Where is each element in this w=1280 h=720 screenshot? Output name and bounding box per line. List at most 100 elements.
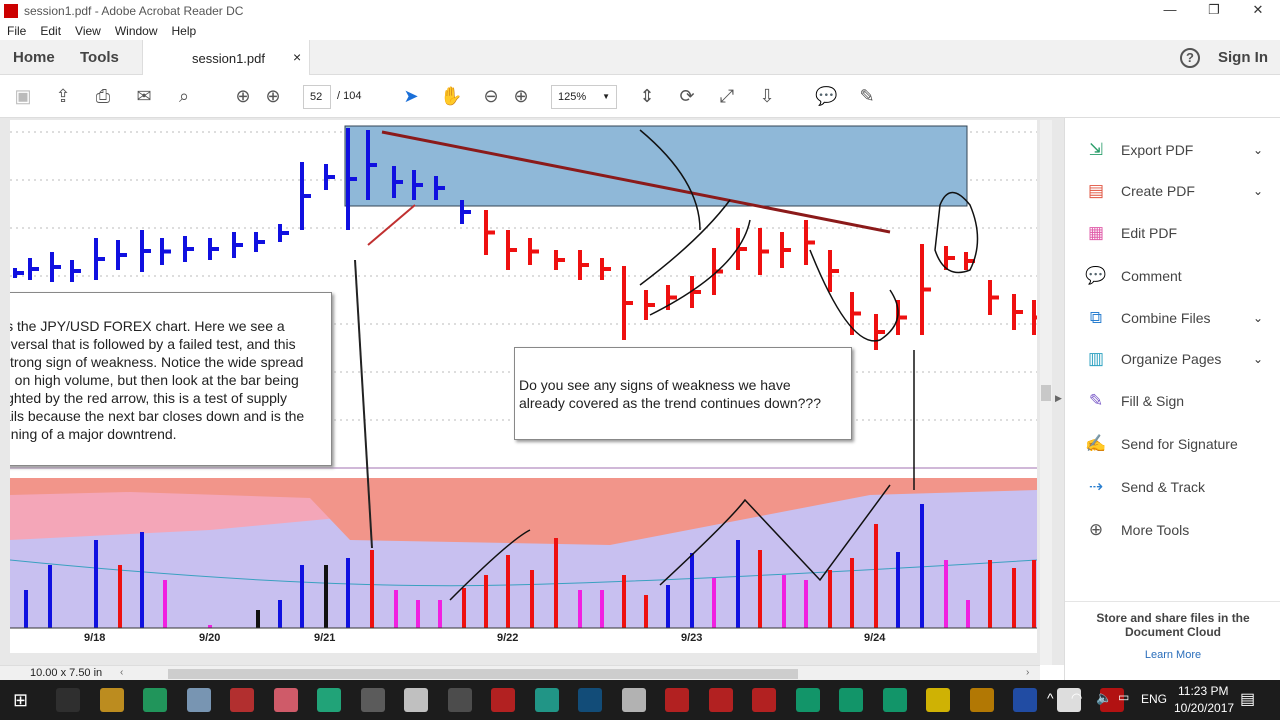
tab-tools[interactable]: Tools	[80, 49, 119, 66]
date-label: 9/24	[864, 632, 886, 644]
maximize-button[interactable]: ❐	[1194, 2, 1234, 18]
volume-icon[interactable]: 🔈	[1096, 690, 1112, 706]
hand-tool-icon[interactable]: ✋	[440, 85, 462, 107]
tool-organize-pages[interactable]: ▥ Organize Pages ⌄	[1085, 349, 1263, 369]
note-line: ighted by the red arrow, this is a test …	[10, 390, 288, 406]
tool-export-pdf[interactable]: ⇲ Export PDF ⌄	[1085, 140, 1263, 160]
taskbar-app-icon[interactable]	[186, 688, 211, 712]
full-screen-icon[interactable]: ⤢	[716, 85, 738, 107]
comment-icon: 💬	[1085, 266, 1107, 285]
zoom-in-icon[interactable]: ⊕	[510, 85, 532, 107]
page-number-input[interactable]: 52	[303, 85, 331, 109]
menu-view[interactable]: View	[75, 24, 101, 38]
scrollbar-thumb[interactable]	[168, 669, 798, 679]
print-icon[interactable]: ⎙	[92, 85, 114, 107]
date-label: 9/23	[681, 632, 703, 644]
taskbar-app-icon[interactable]	[1013, 688, 1037, 712]
email-icon[interactable]: ✉	[133, 85, 155, 107]
taskbar-app-icon[interactable]	[230, 688, 254, 712]
toolbar: ▣ ⇪ ⎙ ✉ ⌕ ⊕ ⊕ 52 / 104 ➤ ✋ ⊖ ⊕ 125% ▼ ⇕ ⟳…	[0, 75, 1280, 118]
tray-chevron-icon[interactable]: ^	[1047, 690, 1054, 706]
taskbar-app-icon[interactable]	[491, 688, 515, 712]
minimize-button[interactable]: —	[1150, 2, 1190, 17]
zoom-select[interactable]: 125% ▼	[551, 85, 617, 109]
scroll-right-icon[interactable]: ›	[1026, 667, 1029, 678]
taskbar-app-icon[interactable]	[534, 688, 559, 712]
fit-page-icon[interactable]: ⇕	[636, 85, 658, 107]
taskbar-app-icon[interactable]	[795, 688, 820, 712]
tab-home[interactable]: Home	[13, 49, 55, 66]
upload-icon[interactable]: ⇪	[52, 85, 74, 107]
chevron-down-icon[interactable]: ⌄	[1253, 184, 1263, 198]
comment-tool-icon[interactable]: 💬	[815, 85, 837, 107]
taskbar-app-icon[interactable]	[621, 688, 646, 712]
taskbar-app-icon[interactable]	[665, 688, 689, 712]
taskbar-app-icon[interactable]	[99, 688, 124, 712]
scrollbar-thumb[interactable]	[1041, 385, 1051, 401]
action-center-icon[interactable]: ▤	[1240, 689, 1255, 709]
tool-send-for-signature[interactable]: ✍ Send for Signature	[1085, 434, 1237, 454]
windows-start-icon[interactable]: ⊞	[13, 690, 28, 711]
tool-label: Edit PDF	[1121, 225, 1178, 241]
taskbar-app-icon[interactable]	[926, 688, 950, 712]
chevron-down-icon[interactable]: ⌄	[1253, 143, 1263, 157]
tool-fill-sign[interactable]: ✎ Fill & Sign	[1085, 391, 1184, 411]
menu-edit[interactable]: Edit	[40, 24, 61, 38]
taskbar-app-icon[interactable]	[839, 688, 863, 712]
taskbar-app-icon[interactable]	[56, 688, 80, 712]
window-title: session1.pdf - Adobe Acrobat Reader DC	[24, 4, 244, 18]
menu-window[interactable]: Window	[115, 24, 158, 38]
taskbar-app-icon[interactable]	[360, 688, 385, 712]
zoom-value: 125%	[558, 91, 587, 103]
highlight-pen-icon[interactable]: ✎	[856, 85, 878, 107]
windows-taskbar: ⊞ ^ ◠ 🔈 ▭ ENG 11:23 PM 10/20/2017 ▤	[0, 680, 1280, 720]
taskbar-app-icon[interactable]	[752, 688, 776, 712]
taskbar-app-icon[interactable]	[404, 688, 428, 712]
chevron-down-icon[interactable]: ⌄	[1253, 352, 1263, 366]
taskbar-app-icon[interactable]	[317, 688, 341, 712]
tool-edit-pdf[interactable]: ▦ Edit PDF	[1085, 223, 1177, 243]
taskbar-app-icon[interactable]	[578, 688, 602, 712]
red-test-arrow	[367, 204, 416, 246]
close-button[interactable]: ✕	[1238, 2, 1278, 18]
zoom-out-icon[interactable]: ⊖	[480, 85, 502, 107]
learn-more-link[interactable]: Learn More	[1065, 649, 1280, 661]
taskbar-app-icon[interactable]	[447, 688, 472, 712]
divider	[1065, 601, 1280, 602]
scroll-left-icon[interactable]: ‹	[120, 667, 123, 678]
wifi-icon[interactable]: ◠	[1071, 690, 1082, 706]
horizontal-scrollbar[interactable]: 10.00 x 7.50 in ‹ ›	[0, 665, 1040, 681]
tool-label: Fill & Sign	[1121, 393, 1185, 409]
search-icon[interactable]: ⌕	[173, 85, 195, 107]
save-icon[interactable]: ▣	[12, 85, 34, 107]
tab-document[interactable]: session1.pdf ×	[142, 40, 310, 76]
select-tool-icon[interactable]: ➤	[400, 85, 422, 107]
tool-more-tools[interactable]: ⊕ More Tools	[1085, 520, 1189, 540]
previous-page-icon[interactable]: ⊕	[232, 85, 254, 107]
taskbar-app-icon[interactable]	[143, 688, 167, 712]
taskbar-app-icon[interactable]	[273, 688, 298, 712]
vertical-scrollbar[interactable]	[1040, 120, 1052, 665]
tool-combine-files[interactable]: ⧉ Combine Files ⌄	[1085, 308, 1263, 328]
expand-panel-icon[interactable]: ▶	[1055, 393, 1062, 404]
tool-comment[interactable]: 💬 Comment	[1085, 266, 1181, 286]
tool-create-pdf[interactable]: ▤ Create PDF ⌄	[1085, 181, 1263, 201]
taskbar-app-icon[interactable]	[882, 688, 907, 712]
scroll-mode-icon[interactable]: ⇩	[756, 85, 778, 107]
tool-send-track[interactable]: ⇢ Send & Track	[1085, 477, 1205, 497]
language-indicator[interactable]: ENG	[1141, 692, 1167, 706]
clock-time[interactable]: 11:23 PM	[1178, 684, 1228, 698]
clock-date[interactable]: 10/20/2017	[1174, 701, 1234, 715]
sign-in-button[interactable]: Sign In	[1218, 49, 1268, 66]
note-line: ails because the next bar closes down an…	[10, 408, 305, 424]
close-tab-button[interactable]: ×	[293, 49, 301, 65]
next-page-icon[interactable]: ⊕	[262, 85, 284, 107]
menu-file[interactable]: File	[7, 24, 26, 38]
help-icon[interactable]: ?	[1180, 48, 1200, 68]
menu-help[interactable]: Help	[172, 24, 197, 38]
taskbar-app-icon[interactable]	[708, 688, 733, 712]
battery-icon[interactable]: ▭	[1118, 690, 1129, 704]
taskbar-app-icon[interactable]	[969, 688, 994, 712]
chevron-down-icon[interactable]: ⌄	[1253, 311, 1263, 325]
rotate-icon[interactable]: ⟳	[676, 85, 698, 107]
